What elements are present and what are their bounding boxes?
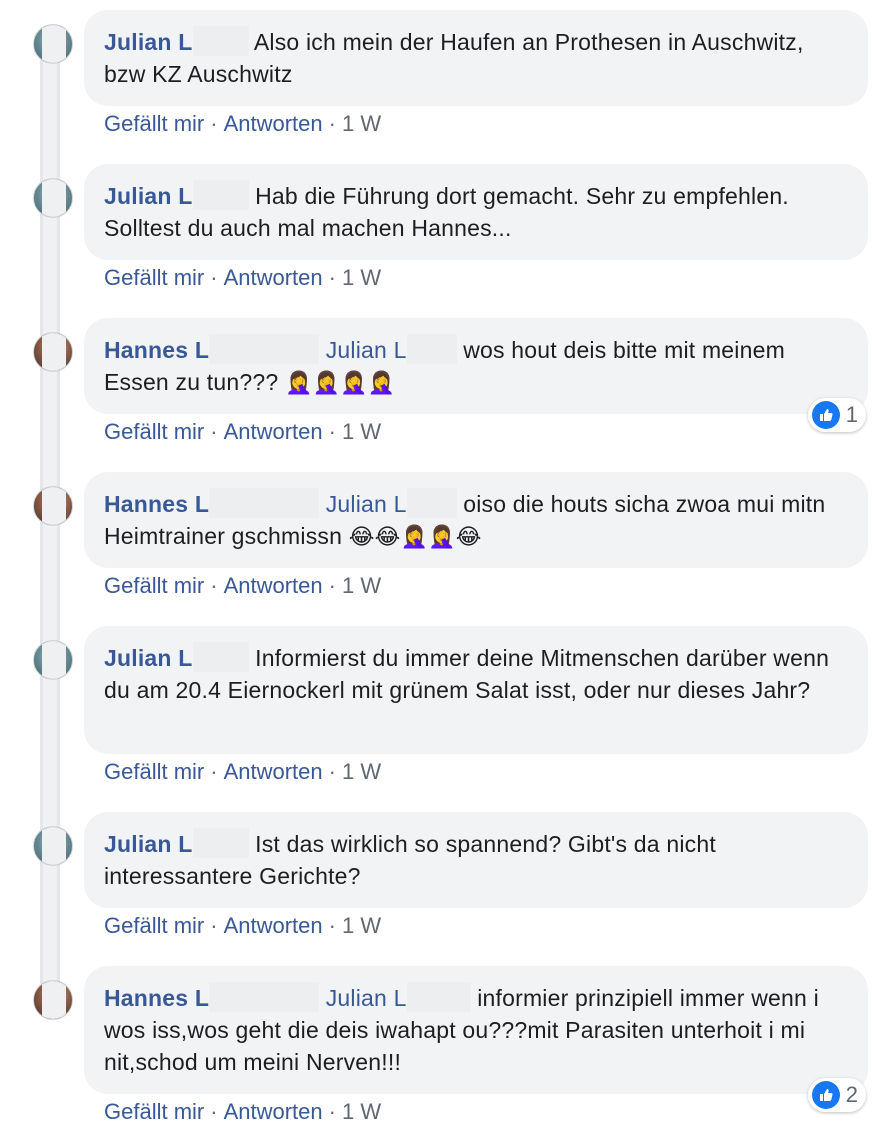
redacted-block — [209, 982, 320, 1012]
like-link[interactable]: Gefällt mir — [104, 419, 204, 444]
timestamp[interactable]: 1 W — [342, 573, 381, 598]
redacted-block — [192, 26, 249, 56]
facepalm-emoji-icon: 🤦‍♀️🤦‍♀️🤦‍♀️🤦‍♀️ — [284, 371, 396, 396]
redacted-block — [192, 180, 249, 210]
reaction-count[interactable]: 2 — [807, 1078, 866, 1112]
timestamp[interactable]: 1 W — [342, 265, 381, 290]
redacted-block — [406, 488, 457, 518]
redacted-block — [406, 982, 471, 1012]
like-link[interactable]: Gefällt mir — [104, 265, 204, 290]
comment-bubble: Hannes L Julian L informier prinzipiell … — [84, 966, 868, 1094]
redacted-block — [209, 334, 320, 364]
like-reaction-icon — [811, 1081, 840, 1109]
comment-bubble: Julian L Also ich mein der Haufen an Pro… — [84, 10, 868, 106]
comment-actions: Gefällt mir · Antworten · 1 W — [104, 111, 382, 136]
like-link[interactable]: Gefällt mir — [104, 573, 204, 598]
mention-link[interactable]: Julian L — [326, 491, 407, 517]
laughing-emoji-icon: 😂😂🤦‍♀️🤦‍♀️😂 — [348, 525, 482, 550]
timestamp[interactable]: 1 W — [342, 111, 381, 136]
redacted-block — [192, 642, 249, 672]
reply-link[interactable]: Antworten — [224, 913, 323, 938]
reply-link[interactable]: Antworten — [224, 419, 323, 444]
reply-link[interactable]: Antworten — [224, 111, 323, 136]
comment-author[interactable]: Hannes L — [104, 337, 209, 363]
comment-author[interactable]: Hannes L — [104, 491, 209, 517]
avatar[interactable] — [33, 826, 73, 866]
comment-author[interactable]: Julian L — [104, 645, 193, 671]
reaction-count[interactable]: 1 — [807, 398, 866, 432]
mention-link[interactable]: Julian L — [326, 985, 407, 1011]
comment-bubble: Julian L Informierst du immer deine Mitm… — [84, 626, 868, 754]
redacted-block — [406, 334, 457, 364]
like-link[interactable]: Gefällt mir — [104, 913, 204, 938]
comment-author[interactable]: Julian L — [104, 29, 193, 55]
comment-actions: Gefällt mir · Antworten · 1 W — [104, 265, 382, 290]
comment-author[interactable]: Julian L — [104, 831, 193, 857]
comment-bubble: Julian L Ist das wirklich so spannend? G… — [84, 812, 868, 908]
comment-bubble: Julian L Hab die Führung dort gemacht. S… — [84, 164, 868, 260]
avatar[interactable] — [33, 24, 73, 64]
comment-author[interactable]: Hannes L — [104, 985, 209, 1011]
timestamp[interactable]: 1 W — [342, 1099, 381, 1124]
reply-link[interactable]: Antworten — [224, 265, 323, 290]
redacted-block — [209, 488, 320, 518]
like-link[interactable]: Gefällt mir — [104, 759, 204, 784]
reaction-number: 2 — [845, 1082, 858, 1107]
avatar[interactable] — [33, 486, 73, 526]
like-link[interactable]: Gefällt mir — [104, 111, 204, 136]
comment-bubble: Hannes L Julian L wos hout deis bitte mi… — [84, 318, 868, 414]
reaction-number: 1 — [845, 402, 858, 427]
comment-bubble: Hannes L Julian L oiso die houts sicha z… — [84, 472, 868, 568]
timestamp[interactable]: 1 W — [342, 913, 381, 938]
timestamp[interactable]: 1 W — [342, 419, 381, 444]
reply-link[interactable]: Antworten — [224, 573, 323, 598]
comment-actions: Gefällt mir · Antworten · 1 W — [104, 1099, 382, 1124]
avatar[interactable] — [33, 980, 73, 1020]
mention-link[interactable]: Julian L — [326, 337, 407, 363]
reply-link[interactable]: Antworten — [224, 759, 323, 784]
like-reaction-icon — [811, 401, 840, 429]
reply-link[interactable]: Antworten — [224, 1099, 323, 1124]
comment-actions: Gefällt mir · Antworten · 1 W — [104, 573, 382, 598]
avatar[interactable] — [33, 640, 73, 680]
comment-actions: Gefällt mir · Antworten · 1 W — [104, 913, 382, 938]
comment-actions: Gefällt mir · Antworten · 1 W — [104, 419, 382, 444]
avatar[interactable] — [33, 178, 73, 218]
avatar[interactable] — [33, 332, 73, 372]
redacted-block — [192, 828, 249, 858]
timestamp[interactable]: 1 W — [342, 759, 381, 784]
comment-author[interactable]: Julian L — [104, 183, 193, 209]
comment-actions: Gefällt mir · Antworten · 1 W — [104, 759, 382, 784]
like-link[interactable]: Gefällt mir — [104, 1099, 204, 1124]
